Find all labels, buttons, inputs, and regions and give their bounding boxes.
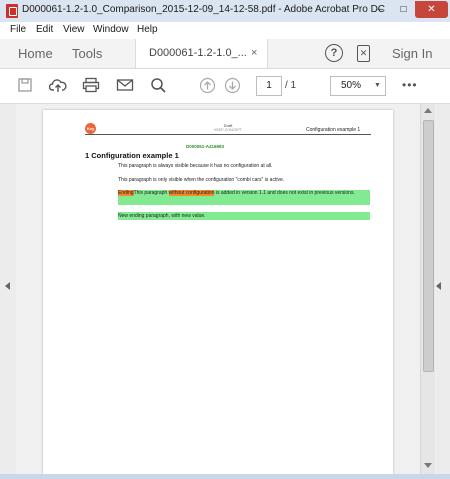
email-icon[interactable] — [116, 77, 134, 93]
tab-home[interactable]: Home — [18, 46, 53, 61]
nav-bar: Home Tools D000061-1.2-1.0_... × ? ✕ Sig… — [0, 39, 450, 69]
print-icon[interactable] — [82, 77, 100, 93]
more-options-icon[interactable]: ••• — [402, 78, 418, 92]
zoom-select[interactable]: 50% ▼ — [330, 76, 386, 96]
document-tab[interactable]: D000061-1.2-1.0_... × — [135, 39, 268, 68]
toolbar: 1 / 1 50% ▼ ••• — [0, 69, 450, 104]
pdf-page: Key Draft KEEP-CONCEPT Configuration exa… — [43, 110, 393, 474]
paragraph-3-added: EndingThis paragraph without configurati… — [118, 190, 370, 205]
help-icon[interactable]: ? — [325, 44, 343, 62]
paragraph-4-added: New ending paragraph, with new value. — [118, 212, 370, 220]
menu-window[interactable]: Window — [93, 24, 129, 35]
document-tab-close-icon[interactable]: × — [251, 47, 257, 59]
deleted-text: Ending — [118, 190, 134, 196]
previous-page-icon[interactable] — [199, 77, 216, 94]
header-divider — [85, 134, 371, 135]
header-substatus: KEEP-CONCEPT — [214, 128, 242, 132]
expand-right-icon[interactable] — [436, 282, 441, 290]
title-bar: D000061-1.2-1.0_Comparison_2015-12-09_14… — [0, 0, 450, 23]
close-button[interactable]: ✕ — [415, 1, 448, 18]
scroll-thumb[interactable] — [423, 120, 434, 372]
vertical-scrollbar[interactable] — [420, 104, 435, 474]
paragraph-1: This paragraph is always visible because… — [118, 163, 273, 169]
added-text: is added in version 1.1 and does not exi… — [215, 190, 355, 196]
window-title: D000061-1.2-1.0_Comparison_2015-12-09_14… — [22, 4, 386, 15]
save-icon[interactable] — [17, 77, 33, 93]
company-logo: Key — [85, 123, 96, 134]
document-id: D000061-A416993 — [186, 144, 225, 149]
sign-in-button[interactable]: Sign In — [392, 46, 432, 61]
zoom-value: 50% — [341, 80, 362, 91]
expand-left-icon[interactable] — [5, 282, 10, 290]
tab-tools[interactable]: Tools — [72, 46, 102, 61]
mobile-link-icon[interactable]: ✕ — [357, 45, 370, 62]
scroll-down-icon[interactable] — [424, 463, 432, 468]
window-border — [0, 474, 450, 479]
page-total: / 1 — [285, 80, 297, 91]
maximize-button[interactable]: □ — [392, 1, 415, 18]
search-icon[interactable] — [150, 77, 167, 94]
document-viewer: Key Draft KEEP-CONCEPT Configuration exa… — [0, 104, 450, 474]
menu-file[interactable]: File — [10, 24, 26, 35]
minimize-button[interactable]: – — [369, 1, 392, 18]
header-title: Configuration example 1 — [306, 127, 361, 133]
added-text: This paragraph — [133, 190, 168, 196]
section-title: 1 Configuration example 1 — [85, 151, 179, 160]
scroll-up-icon[interactable] — [424, 108, 432, 113]
page-number-input[interactable]: 1 — [256, 76, 282, 96]
acrobat-app-icon — [6, 4, 18, 18]
upload-cloud-icon[interactable] — [49, 77, 67, 93]
menu-edit[interactable]: Edit — [36, 24, 53, 35]
next-page-icon[interactable] — [224, 77, 241, 94]
deleted-text: without configuration — [168, 190, 215, 196]
chevron-down-icon: ▼ — [374, 82, 381, 89]
menu-help[interactable]: Help — [137, 24, 158, 35]
menu-view[interactable]: View — [63, 24, 85, 35]
paragraph-2: This paragraph is only visible when the … — [118, 177, 285, 183]
document-tab-label: D000061-1.2-1.0_... — [149, 47, 247, 59]
menu-bar: File Edit View Window Help — [0, 22, 450, 40]
